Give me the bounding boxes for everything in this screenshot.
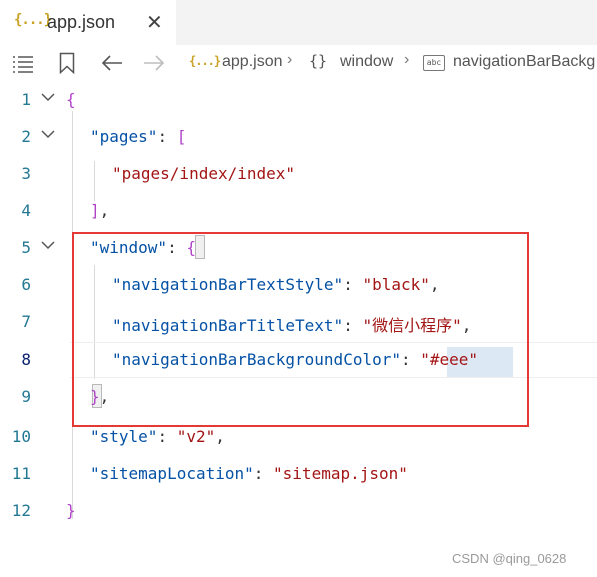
chevron-down-icon[interactable] [40, 237, 56, 253]
code-line: 2 "pages": [ [0, 120, 597, 157]
tab-title: app.json [47, 12, 116, 32]
json-string: "v2" [176, 427, 216, 446]
code-line: 12 } [0, 494, 597, 531]
bracket: [ [176, 127, 187, 146]
highlight-annotation-box [72, 232, 529, 427]
line-number: 8 [21, 350, 31, 369]
json-key: "style" [90, 427, 158, 446]
breadcrumb-window[interactable]: window [340, 53, 393, 71]
json-key: "sitemapLocation" [90, 464, 254, 483]
arrow-right-icon[interactable] [143, 54, 165, 77]
object-icon: {} [309, 52, 328, 70]
chevron-right-icon: › [287, 51, 293, 68]
tab-app-json[interactable]: {...} app.json ✕ [0, 0, 176, 45]
brace: } [66, 501, 76, 520]
brace: { [66, 90, 76, 109]
json-file-icon: {...} [14, 12, 52, 28]
line-number: 9 [21, 387, 31, 406]
line-number: 6 [21, 275, 31, 294]
watermark: CSDN @qing_0628 [452, 551, 567, 566]
chevron-down-icon[interactable] [40, 126, 56, 142]
chevron-down-icon[interactable] [40, 89, 56, 105]
json-string: "sitemap.json" [273, 464, 408, 483]
breadcrumb-property[interactable]: navigationBarBackg [453, 53, 595, 71]
colon: : [253, 464, 274, 483]
comma: , [215, 427, 225, 446]
line-number: 10 [11, 427, 31, 446]
colon: : [157, 427, 177, 446]
bracket: ] [90, 201, 100, 220]
line-number: 4 [21, 201, 31, 220]
line-number: 2 [21, 127, 31, 146]
breadcrumb-json-icon: {...} [189, 54, 221, 68]
string-property-icon: abc [423, 55, 445, 71]
line-number: 1 [21, 90, 31, 109]
line-number: 11 [11, 464, 31, 483]
arrow-left-icon[interactable] [101, 54, 123, 77]
colon: : [157, 127, 177, 146]
bookmark-icon[interactable] [59, 52, 75, 79]
code-line: 3 "pages/index/index" [0, 157, 597, 194]
tab-bar: {...} app.json ✕ [0, 0, 597, 45]
line-number: 12 [11, 501, 31, 520]
code-line: 1 { [0, 83, 597, 120]
json-key: "pages" [90, 127, 158, 146]
code-line: 11 "sitemapLocation": "sitemap.json" [0, 457, 597, 494]
json-string: "pages/index/index" [112, 164, 296, 183]
breadcrumb-file[interactable]: app.json [222, 53, 283, 71]
list-icon[interactable] [12, 55, 34, 78]
comma: , [99, 201, 110, 220]
close-icon[interactable]: ✕ [146, 10, 163, 34]
chevron-right-icon: › [404, 51, 410, 68]
line-number: 3 [21, 164, 31, 183]
line-number: 5 [21, 238, 31, 257]
code-line: 4 ], [0, 194, 597, 231]
line-number: 7 [21, 312, 31, 331]
